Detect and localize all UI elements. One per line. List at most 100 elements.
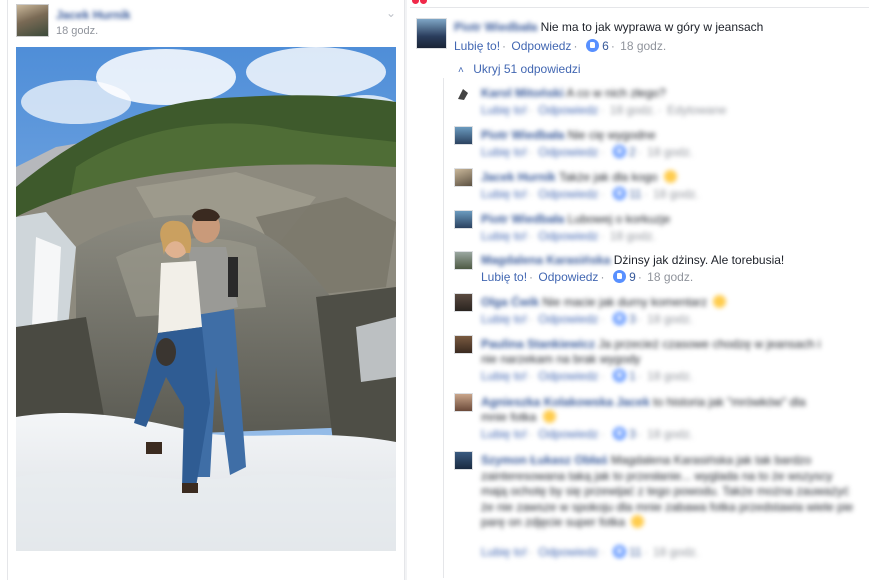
like-count-icon[interactable] <box>585 39 599 52</box>
comment-actions: Lubię to! · Odpowiedz · 6 · 18 godz. <box>454 39 667 53</box>
hide-replies-link[interactable]: ˄ Ukryj 51 odpowiedzi <box>458 62 581 76</box>
column-divider <box>405 0 407 580</box>
comment-time[interactable]: 18 godz. <box>653 187 699 201</box>
author-avatar[interactable] <box>16 4 49 37</box>
like-count-icon[interactable] <box>612 312 626 325</box>
comment-author[interactable]: Szymon Łukasz Obłaś <box>481 453 608 467</box>
comment-text: Lubowej o korkuzje <box>567 212 671 226</box>
like-button[interactable]: Lubię to! <box>481 103 527 117</box>
comment-author[interactable]: Piotr Wiedbała <box>454 20 537 34</box>
comment-time[interactable]: 18 godz. <box>647 145 693 159</box>
avatar[interactable] <box>454 251 473 270</box>
like-count[interactable]: 3 <box>629 312 636 326</box>
comment-author[interactable]: Karol Mitoński <box>481 86 564 100</box>
reply-button[interactable]: Odpowiedz <box>511 39 571 53</box>
comment-text: Nie macie jak durny komentarz <box>542 295 708 309</box>
comment-author[interactable]: Olga Ćwik <box>481 295 539 309</box>
author-name[interactable]: Jacek Hurnik <box>56 8 131 22</box>
avatar[interactable] <box>454 293 473 312</box>
like-count[interactable]: 9 <box>629 270 636 284</box>
like-count-icon[interactable] <box>612 270 626 283</box>
edited-label[interactable]: Edytowane <box>667 103 726 117</box>
avatar[interactable] <box>454 168 473 187</box>
thread-line <box>443 78 444 578</box>
avatar[interactable] <box>454 210 473 229</box>
comments-panel: Piotr Wiedbała Nie ma to jak wyprawa w g… <box>410 0 869 580</box>
like-button[interactable]: Lubię to! <box>481 187 527 201</box>
like-button[interactable]: Lubię to! <box>454 39 500 53</box>
comment-time[interactable]: 18 godz. <box>610 103 656 117</box>
like-count[interactable]: 2 <box>629 145 636 159</box>
comment-author[interactable]: Magdalena Karasińska <box>481 253 610 267</box>
comment-author[interactable]: Paulina Stankiewicz <box>481 337 595 351</box>
reply-comment: Olga Ćwik Nie macie jak durny komentarz … <box>454 293 864 329</box>
smile-emoji-icon <box>631 515 645 528</box>
reaction-dot <box>420 0 427 4</box>
reply-comment: Jacek Hurnik Także jak dla kogo Lubię to… <box>454 168 864 204</box>
reply-button[interactable]: Odpowiedz <box>538 369 598 383</box>
comment-actions: Lubię to! · Odpowiedz · 9 · 18 godz. <box>481 270 694 284</box>
avatar[interactable] <box>416 18 447 49</box>
comment-actions: Lubię to! · Odpowiedz · 1 · 18 godz. <box>481 369 694 383</box>
like-button[interactable]: Lubię to! <box>481 145 527 159</box>
avatar[interactable] <box>454 335 473 354</box>
reply-button[interactable]: Odpowiedz <box>538 545 598 559</box>
reply-button[interactable]: Odpowiedz <box>538 187 598 201</box>
comment-actions: Lubię to! · Odpowiedz · 11 · 18 godz. <box>481 187 699 201</box>
like-count-icon[interactable] <box>612 369 626 382</box>
reply-comment: Magdalena Karasińska Dżinsy jak dżinsy. … <box>454 251 864 287</box>
like-count[interactable]: 6 <box>602 39 609 53</box>
like-count[interactable]: 11 <box>629 187 641 201</box>
smile-emoji-icon <box>663 170 677 183</box>
comment-time[interactable]: 18 godz. <box>647 312 693 326</box>
comment-time[interactable]: 18 godz. <box>647 369 693 383</box>
like-count[interactable]: 1 <box>629 369 636 383</box>
like-count-icon[interactable] <box>612 545 626 558</box>
like-button[interactable]: Lubię to! <box>481 229 527 243</box>
like-count-icon[interactable] <box>612 145 626 158</box>
comment-time[interactable]: 18 godz. <box>653 545 699 559</box>
like-button[interactable]: Lubię to! <box>481 545 527 559</box>
reply-comment: Szymon Łukasz Obłaś Magdalena Karasińska… <box>454 451 864 563</box>
like-count-icon[interactable] <box>612 187 626 200</box>
comment-author[interactable]: Agnieszka Kolakowska Jacek <box>481 395 650 409</box>
reply-comment: Piotr Wiedbała Lubowej o korkuzje Lubię … <box>454 210 864 246</box>
like-button[interactable]: Lubię to! <box>481 312 527 326</box>
avatar[interactable] <box>454 84 473 103</box>
previous-comment-edge <box>410 0 869 8</box>
reply-comment: Karol Mitoński A co w nich złego? Lubię … <box>454 84 864 120</box>
like-button[interactable]: Lubię to! <box>481 427 527 441</box>
comment-actions: Lubię to! · Odpowiedz · 11 · 18 godz. <box>481 545 699 559</box>
like-count[interactable]: 3 <box>629 427 636 441</box>
reply-button[interactable]: Odpowiedz <box>538 427 598 441</box>
post-photo[interactable] <box>16 47 396 551</box>
comment-author[interactable]: Piotr Wiedbała <box>481 128 564 142</box>
comment-actions: Lubię to! · Odpowiedz · 2 · 18 godz. <box>481 145 694 159</box>
like-count-icon[interactable] <box>612 427 626 440</box>
comment-author[interactable]: Piotr Wiedbała <box>481 212 564 226</box>
comment-author[interactable]: Jacek Hurnik <box>481 170 556 184</box>
like-count[interactable]: 11 <box>629 545 641 559</box>
comment-time[interactable]: 18 godz. <box>620 39 666 53</box>
comment-time[interactable]: 18 godz. <box>647 270 693 284</box>
comment-time[interactable]: 18 godz. <box>610 229 656 243</box>
reply-button[interactable]: Odpowiedz <box>538 312 598 326</box>
chevron-down-icon[interactable]: ⌄ <box>386 6 396 20</box>
reply-button[interactable]: Odpowiedz <box>538 103 598 117</box>
like-button[interactable]: Lubię to! <box>481 369 527 383</box>
avatar[interactable] <box>454 126 473 145</box>
facebook-photo-viewer: Jacek Hurnik 18 godz. ⌄ Piotr Wiedbała N… <box>0 0 869 580</box>
comment-actions: Lubię to! · Odpowiedz · 3 · 18 godz. <box>481 427 694 441</box>
smile-emoji-icon <box>713 295 727 308</box>
comment-actions: Lubię to! · Odpowiedz · 3 · 18 godz. <box>481 312 694 326</box>
post-timestamp[interactable]: 18 godz. <box>56 25 98 37</box>
post-panel: Jacek Hurnik 18 godz. ⌄ <box>7 0 405 580</box>
comment-time[interactable]: 18 godz. <box>647 427 693 441</box>
like-button[interactable]: Lubię to! <box>481 270 527 284</box>
avatar[interactable] <box>454 393 473 412</box>
reply-button[interactable]: Odpowiedz <box>538 145 598 159</box>
comment-text: A co w nich złego? <box>566 86 666 100</box>
reply-button[interactable]: Odpowiedz <box>538 270 598 284</box>
reply-button[interactable]: Odpowiedz <box>538 229 598 243</box>
avatar[interactable] <box>454 451 473 470</box>
